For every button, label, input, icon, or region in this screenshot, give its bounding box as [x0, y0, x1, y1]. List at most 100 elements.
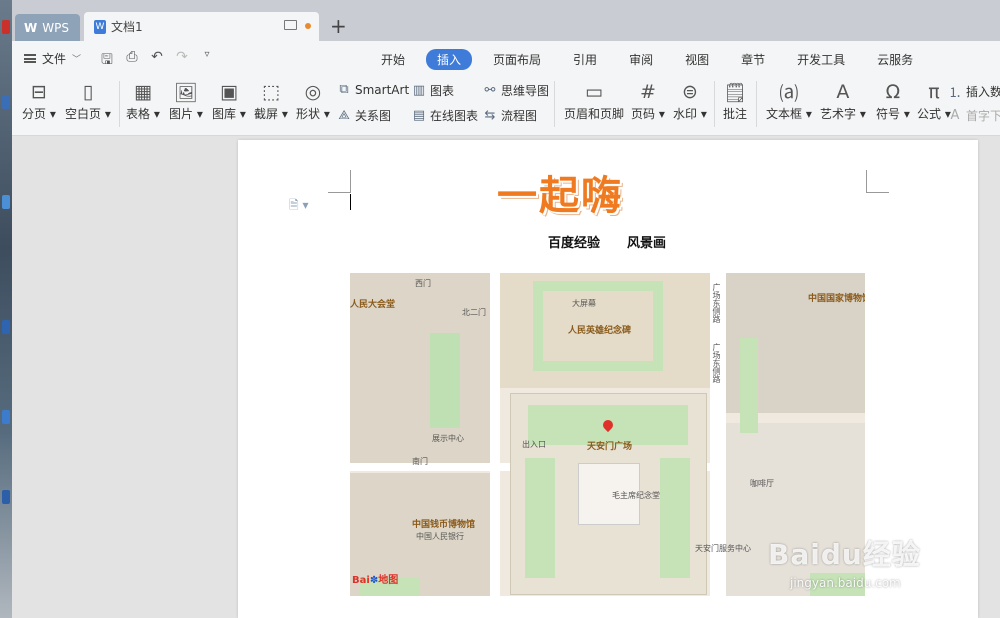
flowchart-icon: ⇆: [484, 108, 496, 123]
tab-developer[interactable]: 开发工具: [786, 49, 856, 70]
tab-document-label: 文档1: [111, 20, 143, 34]
tab-page-layout[interactable]: 页面布局: [482, 49, 552, 70]
tab-home[interactable]: 开始: [370, 49, 416, 70]
word-doc-icon: W: [94, 19, 106, 34]
symbol-button[interactable]: Ω 符号 ▾: [876, 79, 910, 122]
mindmap-button[interactable]: ⚯ 思维导图: [483, 82, 549, 99]
map-label: 南门: [412, 457, 428, 466]
relation-chart-button[interactable]: ⟁ 关系图: [337, 107, 391, 124]
desktop-edge: [0, 0, 12, 618]
flowchart-label: 流程图: [501, 109, 538, 123]
desktop-icon[interactable]: [2, 320, 10, 334]
map-road: [490, 273, 500, 596]
relation-icon: ⟁: [338, 108, 350, 123]
smartart-label: SmartArt: [355, 82, 410, 97]
map-label: 天安门服务中心: [695, 544, 751, 553]
chart-button[interactable]: ▥ 图表: [412, 82, 454, 99]
table-button[interactable]: ▦ 表格 ▾: [126, 79, 160, 122]
undo-icon[interactable]: ↶: [149, 49, 165, 73]
map-label: 咖啡厅: [750, 479, 774, 488]
screenshot-icon: ⬚: [261, 81, 280, 103]
wordart-title[interactable]: 一起嗨: [0, 163, 1000, 221]
symbol-label: 符号: [876, 107, 901, 121]
map-label: 广场东侧路: [712, 283, 721, 323]
desktop-icon[interactable]: [2, 95, 10, 109]
tab-view[interactable]: 视图: [674, 49, 720, 70]
watermark-label: 水印: [673, 107, 698, 121]
tab-section[interactable]: 章节: [730, 49, 776, 70]
page-break-button[interactable]: ⊟ 分页 ▾: [22, 79, 56, 122]
formula-button[interactable]: π 公式 ▾: [917, 79, 951, 122]
redo-icon[interactable]: ↷: [174, 49, 190, 73]
new-tab-button[interactable]: +: [330, 14, 347, 38]
tab-document[interactable]: W 文档1: [84, 12, 319, 41]
header-footer-button[interactable]: ▭ 页眉和页脚: [564, 79, 624, 122]
tab-wps-label: WPS: [42, 20, 69, 35]
watermark-button[interactable]: ⊜ 水印 ▾: [673, 79, 707, 122]
comment-button[interactable]: 🗒 批注: [723, 79, 747, 122]
quick-access-toolbar: 🖫 ⎙ ↶ ↷ ▿: [99, 49, 215, 73]
tab-references[interactable]: 引用: [562, 49, 608, 70]
picture-button[interactable]: 🖼 图片 ▾: [169, 79, 203, 122]
formula-label: 公式: [917, 107, 942, 121]
map-label: 天安门广场: [587, 442, 633, 452]
relation-label: 关系图: [355, 109, 392, 123]
map-label: 中国人民银行: [416, 532, 464, 541]
desktop-icon[interactable]: [2, 20, 10, 34]
separator: [756, 81, 757, 127]
map-green: [740, 338, 758, 433]
online-chart-button[interactable]: ▤ 在线图表: [412, 107, 478, 124]
drop-cap-button[interactable]: A 首字下: [948, 107, 1000, 124]
subtitle-line: 百度经验 风景画: [548, 232, 666, 251]
chart-label: 图表: [430, 84, 455, 98]
tab-cloud[interactable]: 云服务: [866, 49, 924, 70]
tab-bar: W WPS W 文档1 +: [12, 0, 1000, 41]
omega-icon: Ω: [885, 81, 901, 103]
tab-wps-home[interactable]: W WPS: [15, 14, 80, 41]
mindmap-icon: ⚯: [484, 83, 496, 98]
file-menu-button[interactable]: 文件 ﹀: [24, 50, 81, 67]
baidu-watermark: Baidu经验: [768, 538, 921, 571]
textbox-button[interactable]: ⒜ 文本框 ▾: [766, 79, 812, 122]
picture-icon: 🖼: [173, 81, 198, 104]
map-label: 人民大会堂: [350, 300, 396, 310]
shapes-label: 形状: [296, 107, 321, 121]
online-chart-icon: ▤: [412, 108, 426, 123]
pi-icon: π: [928, 81, 940, 103]
wordart-button[interactable]: A 艺术字 ▾: [820, 79, 866, 122]
desktop-icon[interactable]: [2, 490, 10, 504]
monitor-icon[interactable]: [284, 20, 297, 30]
smartart-button[interactable]: ⧉ SmartArt: [337, 82, 409, 97]
screenshot-button[interactable]: ⬚ 截屏 ▾: [254, 79, 288, 122]
save-icon[interactable]: 🖫: [99, 49, 115, 73]
tab-insert[interactable]: 插入: [426, 49, 473, 70]
page-number-label: 页码: [631, 107, 656, 121]
blank-page-button[interactable]: ▯ 空白页 ▾: [65, 79, 111, 122]
picture-label: 图片: [169, 107, 194, 121]
gallery-button[interactable]: ▣ 图库 ▾: [212, 79, 246, 122]
wps-logo-icon: W: [24, 20, 38, 35]
textbox-label: 文本框: [766, 107, 803, 121]
map-label: 中国国家博物馆: [808, 294, 865, 304]
map-green: [660, 458, 690, 578]
insert-number-button[interactable]: ⒈ 插入数: [948, 82, 1000, 101]
wordart-title-text: 一起嗨: [497, 172, 623, 219]
separator: [714, 81, 715, 127]
page-number-button[interactable]: # 页码 ▾: [631, 79, 665, 122]
shapes-button[interactable]: ◎ 形状 ▾: [296, 79, 330, 122]
desktop-icon[interactable]: [2, 410, 10, 424]
blank-page-label: 空白页: [65, 107, 102, 121]
map-green: [430, 333, 460, 428]
customize-icon[interactable]: ▿: [199, 49, 215, 73]
page-break-label: 分页: [22, 107, 47, 121]
map-label: 人民英雄纪念碑: [568, 326, 632, 336]
map-label: 大屏幕: [572, 299, 596, 308]
separator: [554, 81, 555, 127]
tab-review[interactable]: 审阅: [618, 49, 664, 70]
drop-cap-icon: A: [950, 108, 960, 123]
flowchart-button[interactable]: ⇆ 流程图: [483, 107, 537, 124]
map-label: 展示中心: [432, 434, 464, 443]
drop-cap-label: 首字下: [966, 109, 1000, 123]
print-icon[interactable]: ⎙: [124, 49, 140, 73]
chevron-down-icon: ﹀: [72, 55, 82, 65]
